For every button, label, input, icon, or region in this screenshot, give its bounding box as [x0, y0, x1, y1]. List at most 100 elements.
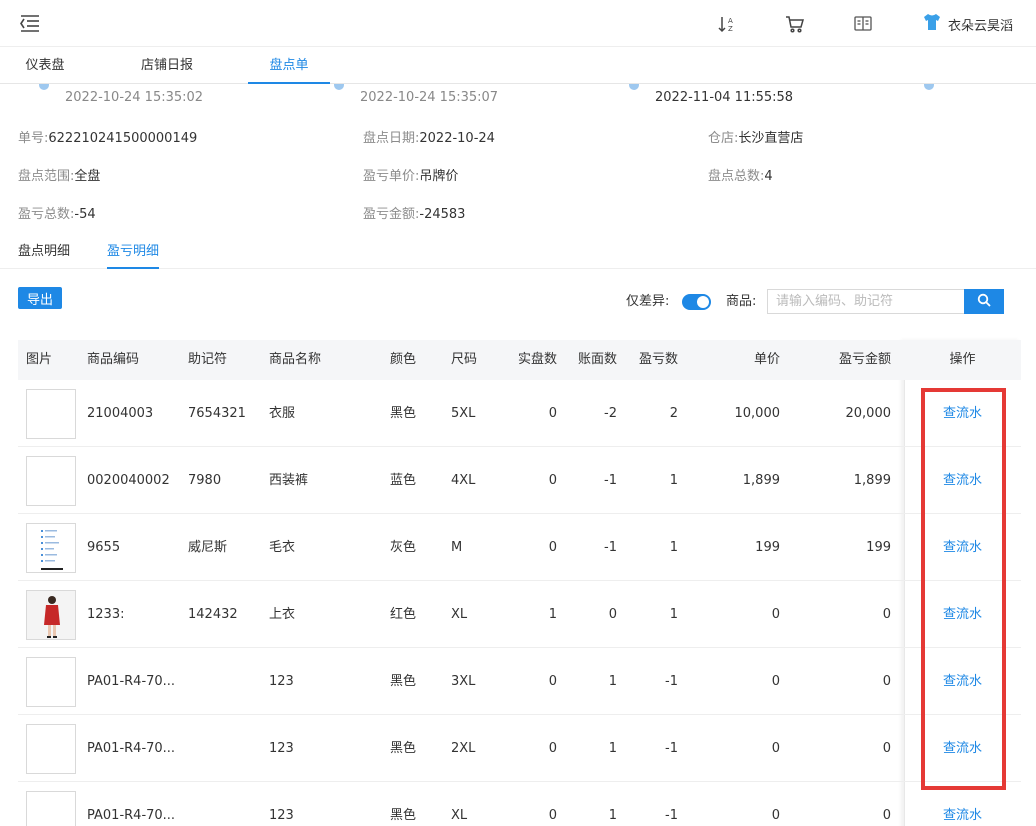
cell-name: 衣服 [269, 406, 296, 421]
search-button[interactable] [964, 289, 1004, 314]
view-flow-link[interactable]: 查流水 [904, 782, 1021, 826]
cart-icon[interactable] [784, 13, 806, 35]
cell-book: -1 [604, 540, 617, 555]
product-thumbnail[interactable] [26, 791, 76, 826]
cell-mnemonic: 7980 [188, 473, 222, 488]
pl-total: 盈亏总数:-54 [18, 207, 96, 222]
col-actual: 实盘数 [517, 352, 557, 367]
export-button[interactable]: 导出 [18, 287, 62, 309]
col-amount: 盈亏金额 [838, 352, 891, 367]
cell-actual: 0 [548, 406, 557, 421]
view-flow-link[interactable]: 查流水 [904, 715, 1021, 782]
cell-amount: 1,899 [853, 473, 891, 488]
tab-profit-loss-detail[interactable]: 盈亏明细 [107, 240, 160, 269]
timeline-time: 2022-10-24 15:35:02 [65, 90, 204, 105]
col-name: 商品名称 [269, 352, 322, 367]
table-row: PA01-R4-70... 123 黑色 2XL 0 1 -1 0 0 查流水 [18, 715, 1021, 782]
timeline-time: 2022-10-24 15:35:07 [360, 90, 499, 105]
shirt-icon [922, 12, 942, 36]
view-flow-link[interactable]: 查流水 [904, 581, 1021, 648]
cell-book: -1 [604, 473, 617, 488]
cell-diff: -1 [665, 808, 678, 823]
cell-unit-price: 0 [771, 674, 780, 689]
product-thumbnail[interactable] [26, 724, 76, 774]
cell-color: 红色 [390, 607, 417, 622]
cell-book: 1 [608, 674, 617, 689]
search-icon [977, 293, 991, 310]
tab-stocktake-detail[interactable]: 盘点明细 [18, 240, 70, 269]
book-icon[interactable] [852, 13, 874, 35]
table-row: PA01-R4-70... 123 黑色 3XL 0 1 -1 0 0 查流水 [18, 648, 1021, 715]
cell-name: 123 [269, 808, 294, 823]
col-size: 尺码 [451, 352, 478, 367]
cell-book: 1 [608, 808, 617, 823]
view-flow-link[interactable]: 查流水 [904, 380, 1021, 447]
user-name: 衣朵云昊滔 [948, 18, 1014, 34]
cell-diff: -1 [665, 741, 678, 756]
tab-dashboard[interactable]: 仪表盘 [14, 48, 76, 84]
cell-code: 0020040002 [87, 473, 170, 488]
top-bar: AZ 衣朵云昊滔 [0, 0, 1036, 47]
product-thumbnail[interactable] [26, 456, 76, 506]
cell-name: 123 [269, 674, 294, 689]
cell-code: PA01-R4-70... [87, 741, 176, 756]
cell-actual: 0 [548, 473, 557, 488]
cell-unit-price: 0 [771, 741, 780, 756]
svg-text:A: A [728, 17, 733, 25]
detail-tabs: 盘点明细 盈亏明细 [0, 236, 1036, 269]
cell-size: 3XL [451, 674, 476, 689]
timeline-dot [629, 84, 639, 90]
product-thumbnail[interactable] [26, 389, 76, 439]
cell-diff: 2 [669, 406, 678, 421]
diff-only-toggle[interactable] [682, 294, 711, 310]
cell-color: 黑色 [390, 674, 417, 689]
timeline-dot [334, 84, 344, 90]
col-mnemonic: 助记符 [188, 352, 228, 367]
menu-toggle-icon[interactable] [20, 14, 40, 32]
cell-amount: 0 [882, 607, 891, 622]
cell-code: 21004003 [87, 406, 154, 421]
stocktake-total: 盘点总数:4 [708, 169, 773, 184]
product-thumbnail[interactable] [26, 590, 76, 640]
stocktake-date: 盘点日期:2022-10-24 [363, 131, 495, 146]
cell-code: 1233: [87, 607, 125, 622]
cell-size: XL [451, 607, 468, 622]
cell-amount: 0 [882, 674, 891, 689]
tab-stocktake[interactable]: 盘点单 [248, 48, 330, 84]
view-flow-link[interactable]: 查流水 [904, 447, 1021, 514]
cell-amount: 199 [866, 540, 891, 555]
timeline-dot [924, 84, 934, 90]
goods-search-input[interactable] [767, 289, 964, 314]
user-menu[interactable]: 衣朵云昊滔 [922, 12, 1013, 36]
order-no: 单号:622210241500000149 [18, 131, 198, 146]
view-flow-link[interactable]: 查流水 [904, 648, 1021, 715]
product-thumbnail[interactable] [26, 523, 76, 573]
col-color: 颜色 [390, 352, 417, 367]
cell-color: 黑色 [390, 741, 417, 756]
cell-actual: 0 [548, 741, 557, 756]
col-unit-price: 单价 [753, 352, 780, 367]
toggle-knob [697, 296, 709, 308]
product-thumbnail[interactable] [26, 657, 76, 707]
cell-amount: 20,000 [845, 406, 892, 421]
timeline-dot [39, 84, 49, 90]
cell-unit-price: 0 [771, 607, 780, 622]
sort-icon[interactable]: AZ [716, 13, 738, 35]
table-row: 21004003 7654321 衣服 黑色 5XL 0 -2 2 10,000 20,000 查流… [18, 380, 1021, 447]
profit-loss-table: 图片 商品编码 助记符 商品名称 颜色 尺码 实盘数 账面数 盈亏数 单价 盈亏… [18, 340, 1021, 826]
stocktake-scope: 盘点范围:全盘 [18, 169, 101, 184]
pl-unit-price: 盈亏单价:吊牌价 [363, 169, 459, 184]
svg-text:Z: Z [728, 25, 733, 33]
tab-store-daily[interactable]: 店铺日报 [128, 48, 206, 84]
cell-size: M [451, 540, 463, 555]
table-row: 0020040002 7980 西装裤 蓝色 4XL 0 -1 1 1,899 1,899 查流水 [18, 447, 1021, 514]
cell-book: 1 [608, 741, 617, 756]
view-flow-link[interactable]: 查流水 [904, 514, 1021, 581]
cell-name: 西装裤 [269, 473, 309, 488]
goods-label: 商品: [726, 294, 757, 309]
cell-book: -2 [604, 406, 617, 421]
cell-name: 上衣 [269, 607, 296, 622]
cell-unit-price: 0 [771, 808, 780, 823]
table-header: 图片 商品编码 助记符 商品名称 颜色 尺码 实盘数 账面数 盈亏数 单价 盈亏… [18, 340, 1021, 380]
cell-color: 黑色 [390, 808, 417, 823]
